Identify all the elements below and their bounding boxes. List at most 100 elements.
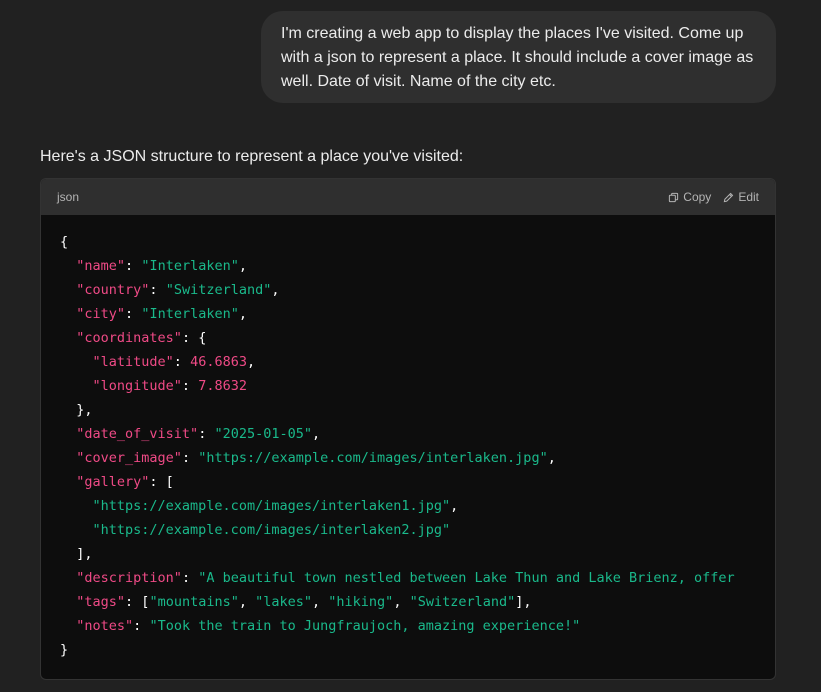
code-line: "longitude": 7.8632 bbox=[60, 374, 775, 398]
json-punctuation-token: ], bbox=[515, 594, 532, 610]
json-punctuation-token: : bbox=[198, 426, 215, 442]
json-key-token: "tags" bbox=[76, 594, 126, 610]
json-punctuation-token bbox=[60, 378, 93, 394]
code-line: "name": "Interlaken", bbox=[60, 254, 775, 278]
json-key-token: "name" bbox=[76, 258, 126, 274]
code-line: "latitude": 46.6863, bbox=[60, 350, 775, 374]
json-punctuation-token: : bbox=[149, 282, 166, 298]
json-key-token: "gallery" bbox=[76, 474, 150, 490]
code-line: "https://example.com/images/interlaken2.… bbox=[60, 518, 775, 542]
json-string-token: "https://example.com/images/interlaken1.… bbox=[92, 498, 451, 514]
json-punctuation-token: : bbox=[173, 354, 191, 370]
json-punctuation-token: , bbox=[450, 498, 459, 514]
edit-button-label: Edit bbox=[738, 190, 759, 204]
json-key-token: "country" bbox=[76, 282, 150, 298]
json-punctuation-token: , bbox=[312, 426, 321, 442]
json-string-token: "mountains" bbox=[149, 594, 239, 610]
json-punctuation-token: { bbox=[60, 234, 69, 250]
json-key-token: "city" bbox=[76, 306, 126, 322]
json-number-token: 7.8632 bbox=[198, 378, 247, 394]
json-punctuation-token: , bbox=[312, 594, 329, 610]
json-string-token: "Interlaken" bbox=[141, 258, 239, 274]
code-line: } bbox=[60, 638, 775, 662]
code-line: "cover_image": "https://example.com/imag… bbox=[60, 446, 775, 470]
json-punctuation-token bbox=[60, 474, 76, 490]
json-punctuation-token: : bbox=[181, 570, 199, 586]
copy-button[interactable]: Copy bbox=[668, 190, 711, 204]
code-line: "country": "Switzerland", bbox=[60, 278, 775, 302]
code-block-actions: Copy Edit bbox=[668, 190, 759, 204]
code-line: }, bbox=[60, 398, 775, 422]
code-line: "description": "A beautiful town nestled… bbox=[60, 566, 775, 590]
json-string-token: "Switzerland" bbox=[409, 594, 516, 610]
json-punctuation-token bbox=[60, 570, 76, 586]
code-line: "gallery": [ bbox=[60, 470, 775, 494]
code-block: json Copy Edit {"name": "Interlaken", "… bbox=[40, 178, 776, 680]
code-line: "notes": "Took the train to Jungfraujoch… bbox=[60, 614, 775, 638]
json-punctuation-token: , bbox=[238, 594, 256, 610]
edit-pencil-icon bbox=[723, 192, 734, 203]
json-key-token: "coordinates" bbox=[76, 330, 182, 346]
json-string-token: "2025-01-05" bbox=[214, 426, 312, 442]
json-punctuation-token: , bbox=[271, 282, 280, 298]
code-line: "city": "Interlaken", bbox=[60, 302, 775, 326]
json-string-token: "https://example.com/images/interlaken2.… bbox=[92, 522, 451, 538]
assistant-intro-text: Here's a JSON structure to represent a p… bbox=[40, 148, 464, 165]
code-line: ], bbox=[60, 542, 775, 566]
json-string-token: "https://example.com/images/interlaken.j… bbox=[198, 450, 548, 466]
code-line: "date_of_visit": "2025-01-05", bbox=[60, 422, 775, 446]
code-line: "coordinates": { bbox=[60, 326, 775, 350]
copy-icon bbox=[668, 192, 679, 203]
json-punctuation-token: }, bbox=[60, 402, 93, 418]
edit-button[interactable]: Edit bbox=[723, 190, 759, 204]
chat-page: I'm creating a web app to display the pl… bbox=[0, 0, 821, 692]
json-punctuation-token: ], bbox=[60, 546, 93, 562]
code-language-label: json bbox=[57, 190, 80, 204]
json-punctuation-token bbox=[60, 306, 76, 322]
json-punctuation-token: , bbox=[246, 354, 256, 370]
json-punctuation-token: , bbox=[238, 258, 247, 274]
json-punctuation-token: : { bbox=[181, 330, 207, 346]
json-key-token: "date_of_visit" bbox=[76, 426, 199, 442]
json-number-token: 46.6863 bbox=[190, 354, 247, 370]
json-string-token: "A beautiful town nestled between Lake T… bbox=[198, 570, 735, 586]
json-punctuation-token: : bbox=[133, 618, 150, 634]
code-line: "https://example.com/images/interlaken1.… bbox=[60, 494, 775, 518]
json-punctuation-token: } bbox=[60, 642, 69, 658]
json-key-token: "longitude" bbox=[92, 378, 182, 394]
json-punctuation-token: , bbox=[393, 594, 410, 610]
json-key-token: "description" bbox=[76, 570, 182, 586]
json-punctuation-token: , bbox=[547, 450, 556, 466]
json-punctuation-token: : bbox=[181, 378, 199, 394]
json-punctuation-token bbox=[60, 258, 76, 274]
user-message-bubble: I'm creating a web app to display the pl… bbox=[261, 11, 776, 103]
json-punctuation-token: : [ bbox=[125, 594, 150, 610]
json-punctuation-token bbox=[60, 522, 93, 538]
json-punctuation-token bbox=[60, 282, 76, 298]
json-string-token: "Took the train to Jungfraujoch, amazing… bbox=[149, 618, 581, 634]
json-key-token: "notes" bbox=[76, 618, 134, 634]
json-punctuation-token bbox=[60, 618, 76, 634]
json-punctuation-token bbox=[60, 354, 93, 370]
code-line: "tags": ["mountains", "lakes", "hiking",… bbox=[60, 590, 775, 614]
copy-button-label: Copy bbox=[683, 190, 712, 204]
json-string-token: "Interlaken" bbox=[141, 306, 239, 322]
json-punctuation-token bbox=[60, 426, 76, 442]
json-string-token: "Switzerland" bbox=[165, 282, 272, 298]
code-content: { "name": "Interlaken", "country": "Swit… bbox=[41, 215, 775, 662]
json-punctuation-token: , bbox=[238, 306, 247, 322]
json-punctuation-token: : [ bbox=[149, 474, 174, 490]
json-punctuation-token: : bbox=[125, 306, 142, 322]
json-string-token: "hiking" bbox=[328, 594, 394, 610]
json-punctuation-token: : bbox=[125, 258, 142, 274]
json-punctuation-token: : bbox=[181, 450, 199, 466]
json-punctuation-token bbox=[60, 450, 76, 466]
json-key-token: "latitude" bbox=[92, 354, 174, 370]
json-punctuation-token bbox=[60, 594, 76, 610]
code-block-header: json Copy Edit bbox=[41, 179, 775, 215]
json-punctuation-token bbox=[60, 330, 76, 346]
json-string-token: "lakes" bbox=[255, 594, 313, 610]
code-line: { bbox=[60, 230, 775, 254]
json-key-token: "cover_image" bbox=[76, 450, 182, 466]
json-punctuation-token bbox=[60, 498, 93, 514]
